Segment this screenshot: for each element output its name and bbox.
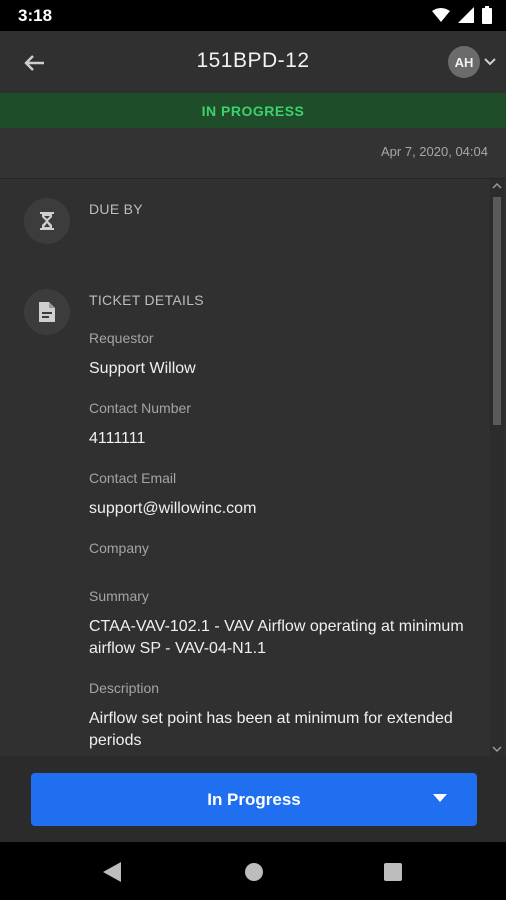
status-bar: 3:18 — [0, 0, 506, 31]
due-by-heading: DUE BY — [89, 201, 143, 217]
battery-icon — [482, 6, 492, 24]
ticket-details-heading: TICKET DETAILS — [89, 292, 204, 308]
hourglass-icon — [40, 212, 54, 230]
status-button-label: In Progress — [207, 789, 301, 809]
due-by-icon-circle — [24, 198, 70, 244]
footer: In Progress — [0, 756, 506, 842]
nav-home-button[interactable] — [243, 861, 265, 883]
description-label: Description — [89, 680, 160, 696]
summary-value: CTAA-VAV-102.1 - VAV Airflow operating a… — [89, 618, 464, 657]
status-icons — [432, 5, 492, 25]
contact-number-label: Contact Number — [89, 400, 191, 416]
date-row: Apr 7, 2020, 04:04 — [0, 128, 506, 179]
summary-label: Summary — [89, 588, 149, 604]
nav-back-button[interactable] — [101, 861, 123, 883]
contact-email-label: Contact Email — [89, 470, 177, 486]
user-menu[interactable]: AH — [448, 46, 496, 78]
nav-recents-button[interactable] — [382, 861, 404, 883]
description-value: Airflow set point has been at minimum fo… — [89, 710, 453, 749]
status-badge: IN PROGRESS — [201, 102, 305, 119]
nav-recents-icon — [384, 863, 402, 881]
status-time: 3:18 — [18, 6, 53, 25]
nav-back-icon — [103, 862, 121, 882]
contact-number-value[interactable]: 4111111 — [89, 428, 469, 450]
ticket-date: Apr 7, 2020, 04:04 — [381, 144, 488, 159]
signal-icon — [458, 7, 474, 23]
ticket-details-icon-circle — [24, 289, 70, 335]
contact-email-value[interactable]: support@willowinc.com — [89, 498, 469, 520]
status-banner: IN PROGRESS — [0, 93, 506, 128]
ticket-content[interactable]: DUE BY TICKET DETAILS Requestor Support … — [0, 179, 490, 756]
nav-home-icon — [245, 863, 263, 881]
app-bar: 151BPD-12 AH — [0, 31, 506, 93]
document-icon — [39, 302, 55, 322]
requestor-label: Requestor — [89, 330, 154, 346]
caret-down-icon — [433, 794, 447, 802]
chevron-down-icon[interactable] — [484, 58, 496, 66]
avatar[interactable]: AH — [448, 46, 480, 78]
scroll-up-icon[interactable] — [492, 181, 502, 191]
scrollbar[interactable] — [490, 179, 504, 756]
status-dropdown-button[interactable]: In Progress — [31, 773, 477, 826]
scroll-down-icon[interactable] — [492, 744, 502, 754]
scrollbar-thumb[interactable] — [493, 197, 501, 425]
requestor-value: Support Willow — [89, 360, 196, 377]
page-title: 151BPD-12 — [196, 49, 310, 72]
system-nav-bar — [0, 842, 506, 900]
company-label: Company — [89, 540, 149, 556]
wifi-icon — [432, 8, 450, 22]
